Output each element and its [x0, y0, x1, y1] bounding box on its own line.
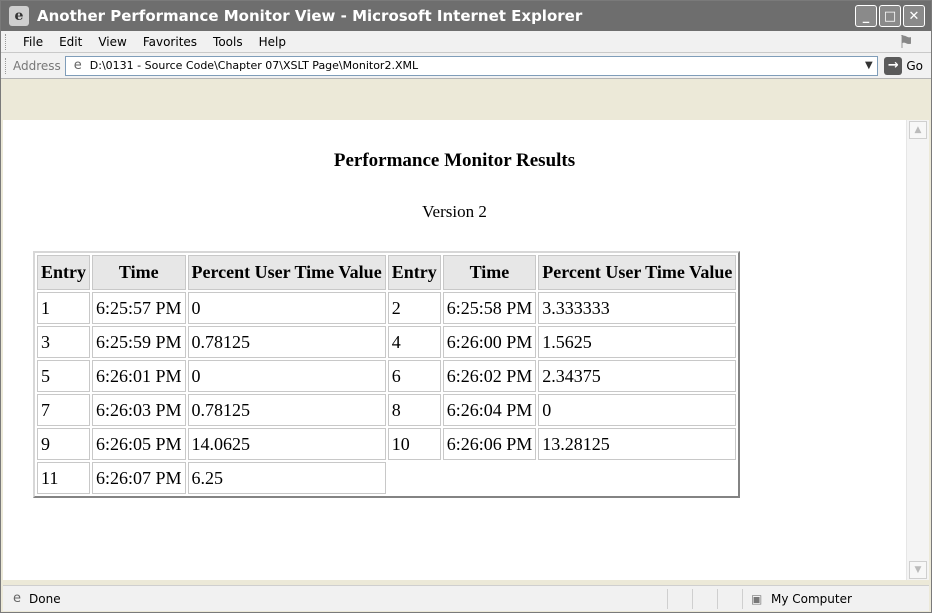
entry-cell: 5 — [37, 360, 90, 392]
menu-file[interactable]: File — [15, 35, 51, 49]
page-icon: e — [73, 57, 82, 73]
minimize-button[interactable]: _ — [855, 5, 877, 27]
entry-cell: 9 — [37, 428, 90, 460]
arrow-right-icon: → — [884, 56, 903, 75]
entry-cell: 6 — [387, 360, 441, 392]
page-content: Performance Monitor Results Version 2 En… — [3, 120, 906, 580]
entry-cell: 1 — [37, 292, 90, 324]
menu-favorites[interactable]: Favorites — [135, 35, 205, 49]
status-pane — [692, 588, 717, 609]
scroll-down-icon[interactable]: ▼ — [909, 561, 927, 579]
value-cell: 3.333333 — [538, 292, 737, 324]
page-subtitle: Version 2 — [422, 202, 487, 221]
scroll-up-icon[interactable]: ▲ — [909, 121, 927, 139]
table-row: 11 6:26:07 PM 6.25 — [37, 462, 736, 494]
maximize-button[interactable]: □ — [879, 5, 901, 27]
time-cell: 6:26:07 PM — [92, 462, 186, 494]
page-done-icon: e — [13, 590, 21, 606]
menu-view[interactable]: View — [90, 35, 134, 49]
window-title: Another Performance Monitor View - Micro… — [37, 7, 583, 25]
column-header-time: Time — [442, 255, 537, 290]
status-pane — [717, 588, 742, 609]
toolbar-grip[interactable] — [5, 57, 9, 74]
time-cell: 6:26:03 PM — [92, 394, 186, 426]
ie-window: e Another Performance Monitor View - Mic… — [0, 0, 932, 613]
value-cell: 0 — [187, 360, 386, 392]
menu-tools[interactable]: Tools — [205, 35, 251, 49]
column-header-time: Time — [92, 255, 186, 290]
entry-cell: 11 — [37, 462, 90, 494]
value-cell: 0.78125 — [187, 326, 386, 358]
value-cell: 0.78125 — [187, 394, 386, 426]
time-cell: 6:25:58 PM — [442, 292, 537, 324]
time-cell: 6:26:04 PM — [442, 394, 537, 426]
address-bar: Address e D:\0131 - Source Code\Chapter … — [1, 53, 931, 79]
value-cell: 6.25 — [187, 462, 386, 494]
entry-cell: 3 — [37, 326, 90, 358]
table-row: 9 6:26:05 PM 14.0625 10 6:26:06 PM 13.28… — [37, 428, 737, 460]
windows-flag-icon: ⚑ — [897, 32, 915, 53]
zone-label: My Computer — [771, 591, 852, 606]
status-pane — [667, 588, 692, 609]
time-cell: 6:26:00 PM — [442, 326, 537, 358]
value-cell: 0 — [187, 292, 386, 324]
window-controls: _ □ ✕ — [855, 5, 925, 27]
chevron-down-icon[interactable]: ▼ — [860, 57, 877, 75]
column-header-entry: Entry — [387, 255, 441, 290]
address-label: Address — [13, 58, 61, 73]
entry-cell: 2 — [387, 292, 441, 324]
results-table: Entry Time Percent User Time Value Entry… — [33, 251, 741, 498]
go-button[interactable]: → Go — [884, 56, 923, 75]
close-button[interactable]: ✕ — [903, 5, 925, 27]
title-bar[interactable]: e Another Performance Monitor View - Mic… — [1, 1, 931, 31]
status-text: Done — [29, 591, 61, 606]
entry-cell: 4 — [387, 326, 441, 358]
value-cell: 1.5625 — [538, 326, 737, 358]
vertical-scrollbar[interactable]: ▲ ▼ — [906, 120, 929, 580]
time-cell: 6:26:05 PM — [92, 428, 186, 460]
entry-cell: 10 — [387, 428, 441, 460]
entry-cell: 8 — [387, 394, 441, 426]
table-row: 3 6:25:59 PM 0.78125 4 6:26:00 PM 1.5625 — [37, 326, 737, 358]
time-cell: 6:25:57 PM — [92, 292, 186, 324]
computer-icon: ▣ — [751, 591, 763, 606]
column-header-percent: Percent User Time Value — [187, 255, 386, 290]
go-label: Go — [906, 58, 923, 73]
column-header-percent: Percent User Time Value — [538, 255, 737, 290]
header-row: Entry Time Percent User Time Value Entry… — [37, 255, 737, 290]
address-value[interactable]: D:\0131 - Source Code\Chapter 07\XSLT Pa… — [90, 59, 861, 72]
time-cell: 6:26:02 PM — [442, 360, 537, 392]
entry-cell: 7 — [37, 394, 90, 426]
time-cell: 6:25:59 PM — [92, 326, 186, 358]
security-zone: ▣ My Computer — [742, 588, 929, 609]
table-row: 1 6:25:57 PM 0 2 6:25:58 PM 3.333333 — [37, 292, 737, 324]
address-input[interactable]: e D:\0131 - Source Code\Chapter 07\XSLT … — [64, 55, 879, 76]
column-header-entry: Entry — [37, 255, 90, 290]
value-cell: 2.34375 — [538, 360, 737, 392]
ie-logo-icon: e — [9, 6, 29, 26]
table-row: 7 6:26:03 PM 0.78125 8 6:26:04 PM 0 — [37, 394, 737, 426]
page-title: Performance Monitor Results — [333, 150, 576, 171]
status-bar: e Done ▣ My Computer — [3, 585, 929, 611]
value-cell: 13.28125 — [538, 428, 737, 460]
time-cell: 6:26:06 PM — [442, 428, 537, 460]
toolbar-grip[interactable] — [5, 33, 9, 50]
time-cell: 6:26:01 PM — [92, 360, 186, 392]
menu-bar: File Edit View Favorites Tools Help ⚑ — [1, 31, 931, 53]
table-row: 5 6:26:01 PM 0 6 6:26:02 PM 2.34375 — [37, 360, 737, 392]
value-cell: 14.0625 — [187, 428, 386, 460]
menu-edit[interactable]: Edit — [51, 35, 90, 49]
value-cell: 0 — [538, 394, 737, 426]
menu-help[interactable]: Help — [251, 35, 294, 49]
